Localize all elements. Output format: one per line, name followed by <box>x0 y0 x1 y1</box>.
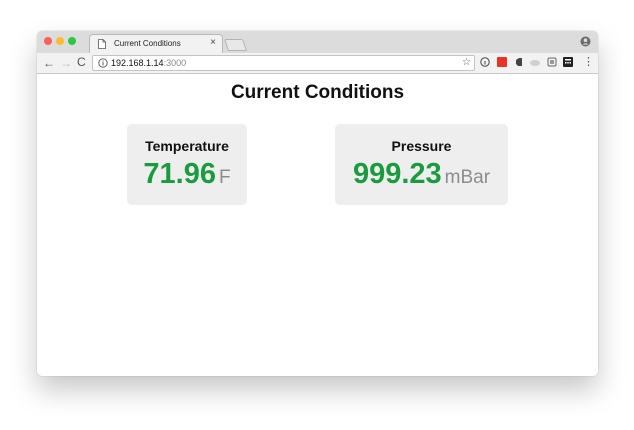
pressure-value: 999.23 <box>352 158 442 190</box>
window-close-button[interactable] <box>44 37 52 45</box>
evernote-icon[interactable] <box>514 57 524 67</box>
forward-arrow-icon[interactable]: → <box>60 56 72 70</box>
pressure-card: Pressure 999.23 mBar <box>335 124 508 205</box>
tab-close-icon[interactable]: × <box>210 37 216 48</box>
extension-info-icon[interactable] <box>480 57 490 67</box>
browser-toolbar: ← → C 192.168.1.14:3000 ☆ ⋮ <box>37 53 598 74</box>
browser-window: Current Conditions × ← → C 192.168.1.14:… <box>37 31 598 376</box>
pressure-unit: mBar <box>444 167 491 188</box>
calculator-icon[interactable] <box>563 57 573 67</box>
page-title: Current Conditions <box>230 82 405 103</box>
tab-title: Current Conditions <box>114 39 181 48</box>
url-port: :3000 <box>163 58 187 68</box>
extension-square-icon[interactable] <box>547 57 557 67</box>
temperature-reading: 71.96 F <box>127 158 247 191</box>
window-maximize-button[interactable] <box>68 37 76 45</box>
new-tab-button[interactable] <box>224 39 247 51</box>
temperature-card: Temperature 71.96 F <box>127 124 247 205</box>
url-host: 192.168.1.14 <box>111 58 164 68</box>
bookmark-star-icon[interactable]: ☆ <box>462 57 471 68</box>
address-bar[interactable]: 192.168.1.14:3000 ☆ <box>92 55 475 71</box>
cloud-icon[interactable] <box>529 57 541 67</box>
page-content: Current Conditions Temperature 71.96 F Pr… <box>37 74 598 376</box>
window-minimize-button[interactable] <box>56 37 64 45</box>
browser-menu-icon[interactable]: ⋮ <box>583 56 594 69</box>
tab-bar: Current Conditions × <box>37 31 598 53</box>
browser-tab[interactable]: Current Conditions × <box>89 34 223 53</box>
reload-icon[interactable]: C <box>77 55 86 69</box>
temperature-label: Temperature <box>145 138 229 154</box>
back-arrow-icon[interactable]: ← <box>43 56 55 70</box>
temperature-value: 71.96 <box>143 158 216 190</box>
extension-red-icon[interactable] <box>497 57 507 67</box>
page-icon <box>98 39 106 49</box>
temperature-unit: F <box>218 167 231 188</box>
pressure-label: Pressure <box>391 138 452 154</box>
url-text: 192.168.1.14:3000 <box>111 58 186 68</box>
pressure-reading: 999.23 mBar <box>335 158 508 191</box>
info-icon[interactable] <box>98 58 108 68</box>
profile-icon[interactable] <box>580 36 591 47</box>
